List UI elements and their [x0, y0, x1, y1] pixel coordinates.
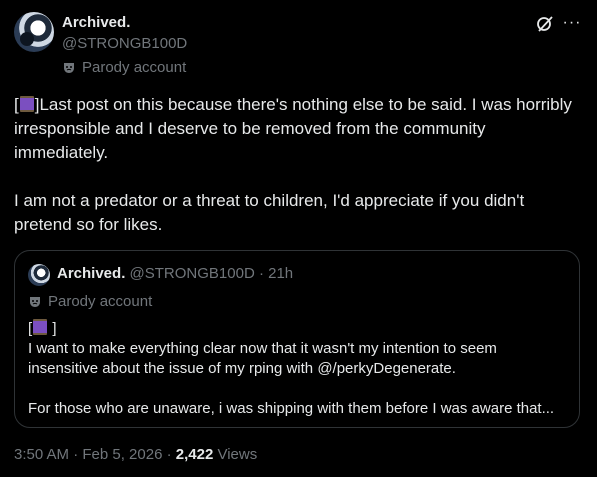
thread-spool-emoji: [19, 96, 34, 112]
parody-label: Parody account: [82, 59, 187, 76]
views-count[interactable]: 2,422: [176, 446, 214, 463]
author-name[interactable]: Archived.: [62, 14, 130, 31]
quote-header: Archived. @STRONGB100D · 21h: [57, 265, 293, 282]
quote-line-2: insensitive about the issue of my rping …: [28, 360, 456, 377]
quote-open-bracket: [: [28, 320, 33, 337]
quote-author-name: Archived.: [57, 265, 126, 282]
post-paragraph-1: ]Last post on this because there's nothi…: [14, 95, 572, 162]
author-handle[interactable]: @STRONGB100D: [62, 35, 187, 52]
quote-close-bracket: ]: [48, 320, 57, 337]
post: Archived. @STRONGB100D Parody account ··…: [0, 0, 597, 477]
post-footer: 3:50 AM · Feb 5, 2026 · 2,422 Views: [14, 446, 257, 463]
quoted-post[interactable]: Archived. @STRONGB100D · 21h Parody acco…: [14, 250, 580, 428]
quote-line-1: I want to make everything clear now that…: [28, 340, 497, 357]
quote-parody-label: Parody account: [48, 293, 153, 310]
parody-badge: Parody account: [62, 59, 186, 76]
post-timestamp[interactable]: 3:50 AM · Feb 5, 2026 ·: [14, 446, 176, 463]
quote-handle-time: @STRONGB100D · 21h: [129, 265, 294, 282]
author-avatar[interactable]: [14, 12, 54, 52]
quote-text: [ ] I want to make everything clear now …: [28, 319, 568, 419]
quote-avatar: [28, 264, 50, 286]
theater-mask-icon: [62, 61, 76, 75]
grok-icon[interactable]: [535, 14, 555, 34]
post-text: []Last post on this because there's noth…: [14, 93, 584, 237]
open-bracket: [: [14, 95, 19, 114]
quote-line-3: For those who are unaware, i was shippin…: [28, 400, 555, 417]
post-paragraph-2: I am not a predator or a threat to child…: [14, 191, 525, 234]
theater-mask-icon: [28, 295, 42, 309]
views-label: Views: [213, 446, 258, 463]
more-icon[interactable]: ···: [562, 14, 582, 34]
thread-spool-emoji: [33, 319, 48, 335]
quote-parody-badge: Parody account: [28, 293, 152, 310]
